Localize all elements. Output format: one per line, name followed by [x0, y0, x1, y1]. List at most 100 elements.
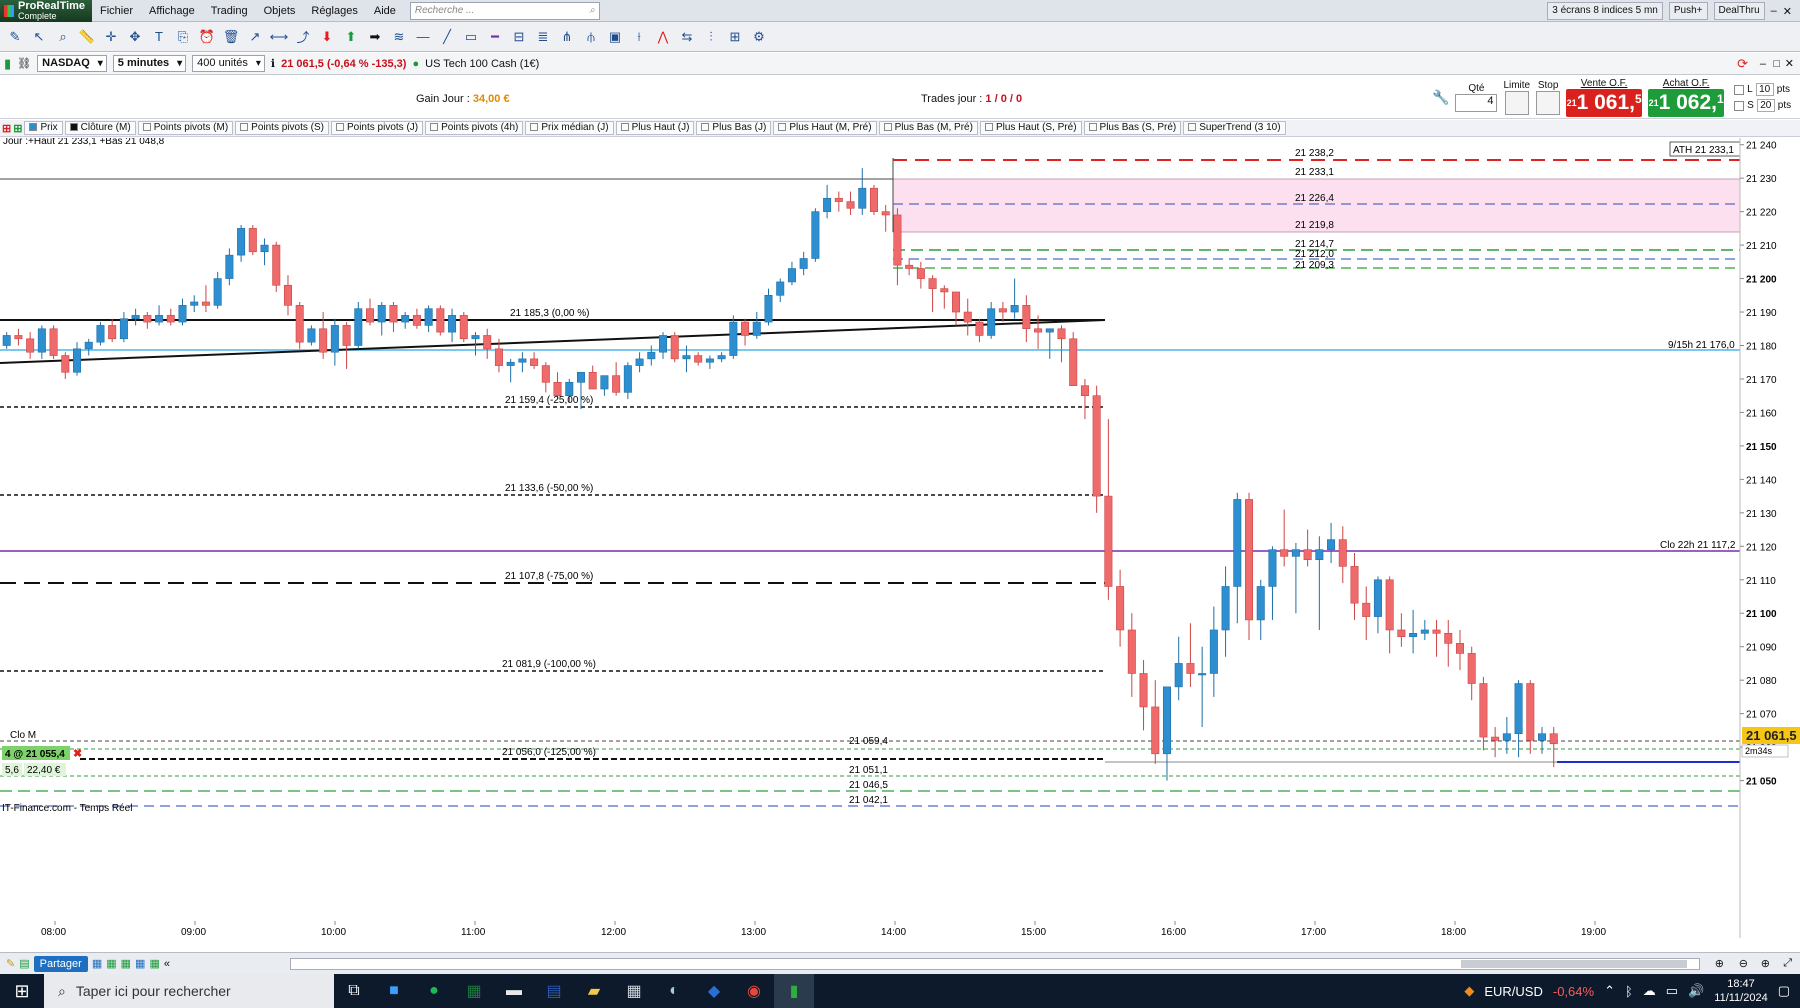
- indicator-prix[interactable]: Prix: [24, 121, 63, 135]
- window-close-icon[interactable]: ✕: [1785, 57, 1794, 70]
- clock[interactable]: 18:47 11/11/2024: [1714, 977, 1767, 1005]
- layout-icon[interactable]: ▦: [92, 957, 102, 970]
- projection-icon[interactable]: ⇆: [676, 26, 698, 48]
- time-scrollbar[interactable]: [290, 958, 1700, 970]
- alarm-icon[interactable]: ⏰: [196, 26, 218, 48]
- chart-settings-icon[interactable]: ▤: [19, 957, 29, 970]
- crosshair-icon[interactable]: ✛: [100, 26, 122, 48]
- wrench-icon[interactable]: 🔧: [1432, 89, 1449, 106]
- up-arrow-icon[interactable]: ⬆: [340, 26, 362, 48]
- draw-icon[interactable]: ✎: [6, 957, 15, 970]
- menu-aide[interactable]: Aide: [366, 5, 404, 17]
- push-button[interactable]: Push+: [1668, 2, 1708, 20]
- measure-icon[interactable]: ⟊: [628, 26, 650, 48]
- zigzag-icon[interactable]: ⋀: [652, 26, 674, 48]
- prorealtime-icon[interactable]: ▮: [774, 974, 814, 1008]
- trendline-icon[interactable]: ╱: [436, 26, 458, 48]
- export-icon[interactable]: ▦: [135, 957, 145, 970]
- buy-button[interactable]: 21 1 062, 1: [1648, 89, 1725, 117]
- symbol-select[interactable]: NASDAQ: [37, 55, 107, 72]
- screens-button[interactable]: 3 écrans 8 indices 5 mn: [1547, 2, 1663, 20]
- indicator-plus-bas-j[interactable]: Plus Bas (J): [696, 121, 772, 135]
- excel-icon[interactable]: ▦: [454, 974, 494, 1008]
- zoom-fit-icon[interactable]: ⊕: [1715, 957, 1724, 970]
- window-maximize-icon[interactable]: □: [1773, 58, 1780, 70]
- l-checkbox[interactable]: [1734, 84, 1745, 95]
- minimize-icon[interactable]: –: [1771, 5, 1777, 17]
- settings-icon[interactable]: ⚙: [748, 26, 770, 48]
- level-icon[interactable]: ⊟: [508, 26, 530, 48]
- add-indicator-icon[interactable]: ⊞: [2, 122, 11, 135]
- menu-reglages[interactable]: Réglages: [303, 5, 365, 17]
- share-button[interactable]: Partager: [33, 955, 88, 972]
- text-tool-icon[interactable]: T: [148, 26, 170, 48]
- ruler-icon[interactable]: 📏: [76, 26, 98, 48]
- spotify-icon[interactable]: ●: [414, 974, 454, 1008]
- s-input[interactable]: 20: [1756, 99, 1775, 112]
- indicator-prix-median[interactable]: Prix médian (J): [525, 121, 614, 135]
- menu-affichage[interactable]: Affichage: [141, 5, 203, 17]
- bluetooth-icon[interactable]: ᛒ: [1625, 984, 1633, 999]
- indicator-plus-bas-s[interactable]: Plus Bas (S, Pré): [1083, 121, 1182, 135]
- indicator-plus-haut-m[interactable]: Plus Haut (M, Pré): [773, 121, 877, 135]
- price-chart[interactable]: 21 238,2 21 233,1 21 226,4 21 219,8 21 2…: [0, 138, 1800, 938]
- right-arrow-icon[interactable]: ➡: [364, 26, 386, 48]
- search-icon[interactable]: ⌕: [589, 5, 595, 16]
- pencil-icon[interactable]: ✎: [4, 26, 26, 48]
- rectangle-icon[interactable]: ▭: [460, 26, 482, 48]
- close-icon[interactable]: ✕: [1783, 5, 1792, 18]
- info-icon[interactable]: ℹ: [271, 57, 275, 70]
- gann-icon[interactable]: ⊞: [724, 26, 746, 48]
- segment-icon[interactable]: ⟷: [268, 26, 290, 48]
- word-icon[interactable]: ▤: [534, 974, 574, 1008]
- refresh-icon[interactable]: ⟳: [1737, 56, 1748, 72]
- pitchfork-icon[interactable]: ⫛: [580, 26, 602, 48]
- s-checkbox[interactable]: [1734, 100, 1745, 111]
- explorer-icon[interactable]: ▬: [494, 974, 534, 1008]
- trash-icon[interactable]: 🗑: [220, 26, 242, 48]
- indicator-supertrend[interactable]: SuperTrend (3 10): [1183, 121, 1286, 135]
- l-input[interactable]: 10: [1755, 83, 1774, 96]
- indicator-pivots-s[interactable]: Points pivots (S): [235, 121, 329, 135]
- windows-start-icon[interactable]: ⊞: [0, 974, 44, 1008]
- network-icon[interactable]: ▭: [1666, 983, 1678, 999]
- fan-icon[interactable]: ⋔: [556, 26, 578, 48]
- dealthru-button[interactable]: DealThru: [1713, 2, 1765, 20]
- link-icon[interactable]: ⛓: [17, 57, 31, 70]
- arrow-line-icon[interactable]: ↗: [244, 26, 266, 48]
- indicator-pivots-4h[interactable]: Points pivots (4h): [425, 121, 524, 135]
- timeframe-select[interactable]: 5 minutes: [112, 55, 187, 72]
- move-icon[interactable]: ✥: [124, 26, 146, 48]
- tray-expand-icon[interactable]: ⌃: [1604, 983, 1615, 999]
- folder-icon[interactable]: ▰: [574, 974, 614, 1008]
- zoom-icon[interactable]: ⌕: [52, 26, 74, 48]
- search-input[interactable]: Recherche ... ⌕: [409, 1, 600, 20]
- screener-icon[interactable]: ▦: [121, 957, 131, 970]
- menu-trading[interactable]: Trading: [203, 5, 256, 17]
- window-minimize-icon[interactable]: –: [1760, 58, 1766, 70]
- label-icon[interactable]: ▣: [604, 26, 626, 48]
- cursor-icon[interactable]: ↖: [28, 26, 50, 48]
- expand-icon[interactable]: ⤢: [1783, 957, 1792, 970]
- volume-icon[interactable]: 🔊: [1688, 983, 1704, 999]
- backtest-icon[interactable]: ▦: [149, 957, 159, 970]
- indicator-icon[interactable]: ▦: [106, 957, 116, 970]
- limit-order-icon[interactable]: [1504, 91, 1529, 115]
- horizontal-line-icon[interactable]: —: [412, 26, 434, 48]
- indicator-plus-haut-s[interactable]: Plus Haut (S, Pré): [979, 121, 1082, 135]
- close-position-icon[interactable]: ✖: [73, 748, 82, 760]
- cloud-icon[interactable]: ☁: [1643, 983, 1656, 999]
- down-arrow-icon[interactable]: ⬇: [316, 26, 338, 48]
- scroll-thumb[interactable]: [1461, 960, 1687, 968]
- menu-fichier[interactable]: Fichier: [92, 5, 141, 17]
- indicator-pivots-j[interactable]: Points pivots (J): [330, 121, 424, 135]
- fibonacci-icon[interactable]: ≣: [532, 26, 554, 48]
- cycles-icon[interactable]: ⫶: [700, 26, 722, 48]
- chrome-icon[interactable]: ◉: [734, 974, 774, 1008]
- sell-button[interactable]: 21 1 061, 5: [1566, 89, 1643, 117]
- chart-type-icon[interactable]: ▮: [4, 56, 11, 72]
- collapse-icon[interactable]: «: [164, 958, 170, 970]
- indicator-pivots-m[interactable]: Points pivots (M): [137, 121, 234, 135]
- path-icon[interactable]: ⤴: [292, 26, 314, 48]
- zoom-out-icon[interactable]: ⊖: [1739, 957, 1748, 970]
